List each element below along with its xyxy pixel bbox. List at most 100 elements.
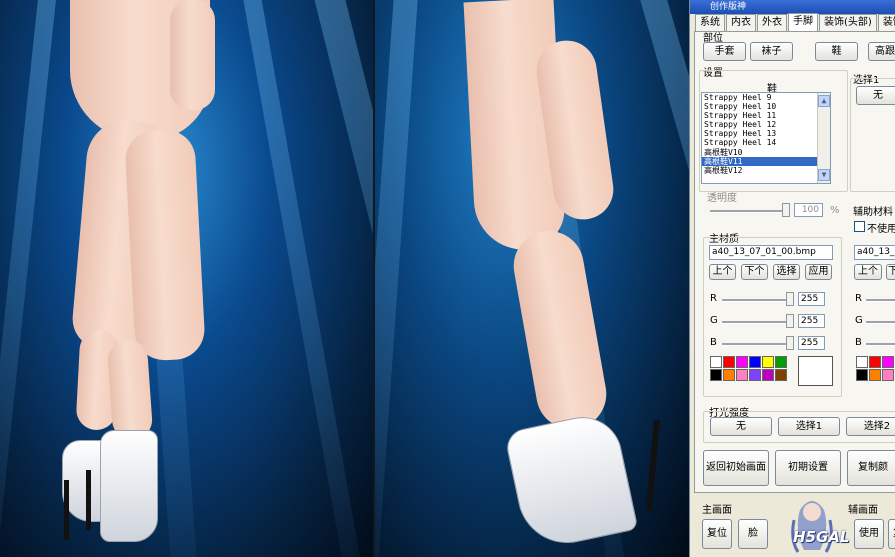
left-3d-viewport[interactable] [0,0,373,557]
window-title: 创作版神 [690,0,895,14]
tab-strip: 系统 内衣 外衣 手脚 装饰(头部) 装饰 [695,13,895,32]
color-swatch[interactable] [882,356,894,368]
color-swatch[interactable] [723,369,735,381]
list-item[interactable]: Strappy Heel 13 [702,129,830,138]
g-slider[interactable] [722,321,792,324]
main-apply-button[interactable]: 应用 [805,264,832,280]
heel-stiletto [64,480,69,540]
aux-copy-button[interactable]: 复 [888,519,895,549]
color-swatch[interactable] [856,369,868,381]
reset-button[interactable]: 复位 [702,519,732,549]
b-slider[interactable] [722,343,792,346]
color-swatch[interactable] [736,369,748,381]
list-item[interactable]: 高根鞋V12 [702,166,830,175]
transparency-unit: % [830,205,840,216]
tab-accessory-head[interactable]: 装饰(头部) [819,14,877,31]
color-swatch[interactable] [749,356,761,368]
tab-accessory[interactable]: 装饰 [877,14,895,31]
socks-button[interactable]: 袜子 [750,42,793,61]
current-color-preview [798,356,833,386]
main-screen-heading: 主画面 [702,505,732,516]
transparency-input[interactable]: 100 [794,203,823,217]
lighting-select1-button[interactable]: 选择1 [778,417,840,436]
color-swatch[interactable] [775,369,787,381]
settings-panel: 创作版神 系统 内衣 外衣 手脚 装饰(头部) 装饰 部位 手套 袜子 鞋 高跟… [689,0,895,557]
main-texture-field[interactable]: a40_13_07_01_00.bmp [709,245,833,260]
color-swatch[interactable] [723,356,735,368]
initial-settings-button[interactable]: 初期设置 [775,450,841,486]
color-swatch[interactable] [710,369,722,381]
figure-calf [508,225,612,435]
color-swatch[interactable] [856,356,868,368]
aux-use-button[interactable]: 使用 [854,519,884,549]
watermark-text: H5GAL [793,528,850,546]
color-swatch[interactable] [710,356,722,368]
aux-b-slider[interactable] [866,343,895,346]
main-prev-button[interactable]: 上个 [709,264,736,280]
list-item[interactable]: Strappy Heel 9 [702,93,830,102]
color-swatch[interactable] [762,356,774,368]
list-item[interactable]: Strappy Heel 10 [702,102,830,111]
light-ray [0,0,58,557]
g-label: G [710,315,718,326]
tab-underwear[interactable]: 内衣 [726,14,756,31]
aux-g-slider[interactable] [866,321,895,324]
list-item-selected[interactable]: 高根鞋V11 [702,156,830,166]
color-swatch[interactable] [869,369,881,381]
aux-screen-heading: 辅画面 [848,505,878,516]
list-scrollbar[interactable]: ▲ ▼ [817,93,830,183]
list-item[interactable]: Strappy Heel 11 [702,111,830,120]
main-next-button[interactable]: 下个 [741,264,768,280]
shoes-button[interactable]: 鞋 [815,42,858,61]
color-swatch[interactable] [762,369,774,381]
high-heel-shoe [503,409,639,553]
color-swatch[interactable] [775,356,787,368]
g-input[interactable]: 255 [798,314,825,328]
b-label: B [710,337,717,348]
shoe-listbox[interactable]: Strappy Heel 9 Strappy Heel 10 Strappy H… [701,92,831,184]
aux-next-button[interactable]: 下 [886,264,895,280]
transparency-slider[interactable] [710,210,788,213]
b-input[interactable]: 255 [798,336,825,350]
figure-calf [106,338,154,442]
color-swatch[interactable] [749,369,761,381]
tab-hands-feet[interactable]: 手脚 [788,13,818,32]
g-slider-thumb[interactable] [786,314,794,328]
lighting-select2-button[interactable]: 选择2 [846,417,895,436]
face-button[interactable]: 脸 [738,519,768,549]
scroll-down-icon[interactable]: ▼ [818,169,830,181]
aux-texture-field[interactable]: a40_13_07 [854,245,895,260]
color-swatch[interactable] [882,369,894,381]
r-input[interactable]: 255 [798,292,825,306]
right-3d-viewport[interactable] [375,0,689,557]
b-slider-thumb[interactable] [786,336,794,350]
high-heel-shoe [100,430,158,542]
high-heels-button[interactable]: 高跟 [868,42,895,61]
figure-hand [170,0,215,110]
tab-outerwear[interactable]: 外衣 [757,14,787,31]
r-slider[interactable] [722,299,792,302]
main-select-button[interactable]: 选择 [773,264,800,280]
aux-r-slider[interactable] [866,299,895,302]
list-item[interactable]: Strappy Heel 12 [702,120,830,129]
color-swatch[interactable] [869,356,881,368]
list-item[interactable]: 高根鞋V10 [702,148,830,157]
aux-disable-checkbox[interactable] [854,221,865,232]
aux-g-label: G [855,315,863,326]
light-ray [635,0,689,557]
aux-material-heading: 辅助材料 [853,207,893,218]
r-slider-thumb[interactable] [786,292,794,306]
gloves-button[interactable]: 手套 [703,42,746,61]
color-swatch[interactable] [736,356,748,368]
light-ray [375,0,419,557]
lighting-none-button[interactable]: 无 [710,417,772,436]
return-initial-screen-button[interactable]: 返回初始画面 [703,450,769,486]
select1-none-button[interactable]: 无 [856,86,895,105]
transparency-slider-thumb[interactable] [782,203,790,217]
copy-color-button[interactable]: 复制颜 [847,450,895,486]
aux-prev-button[interactable]: 上个 [854,264,882,280]
list-item[interactable]: Strappy Heel 14 [702,138,830,147]
aux-b-label: B [855,337,862,348]
scroll-up-icon[interactable]: ▲ [818,95,830,107]
figure-leg [124,128,206,362]
